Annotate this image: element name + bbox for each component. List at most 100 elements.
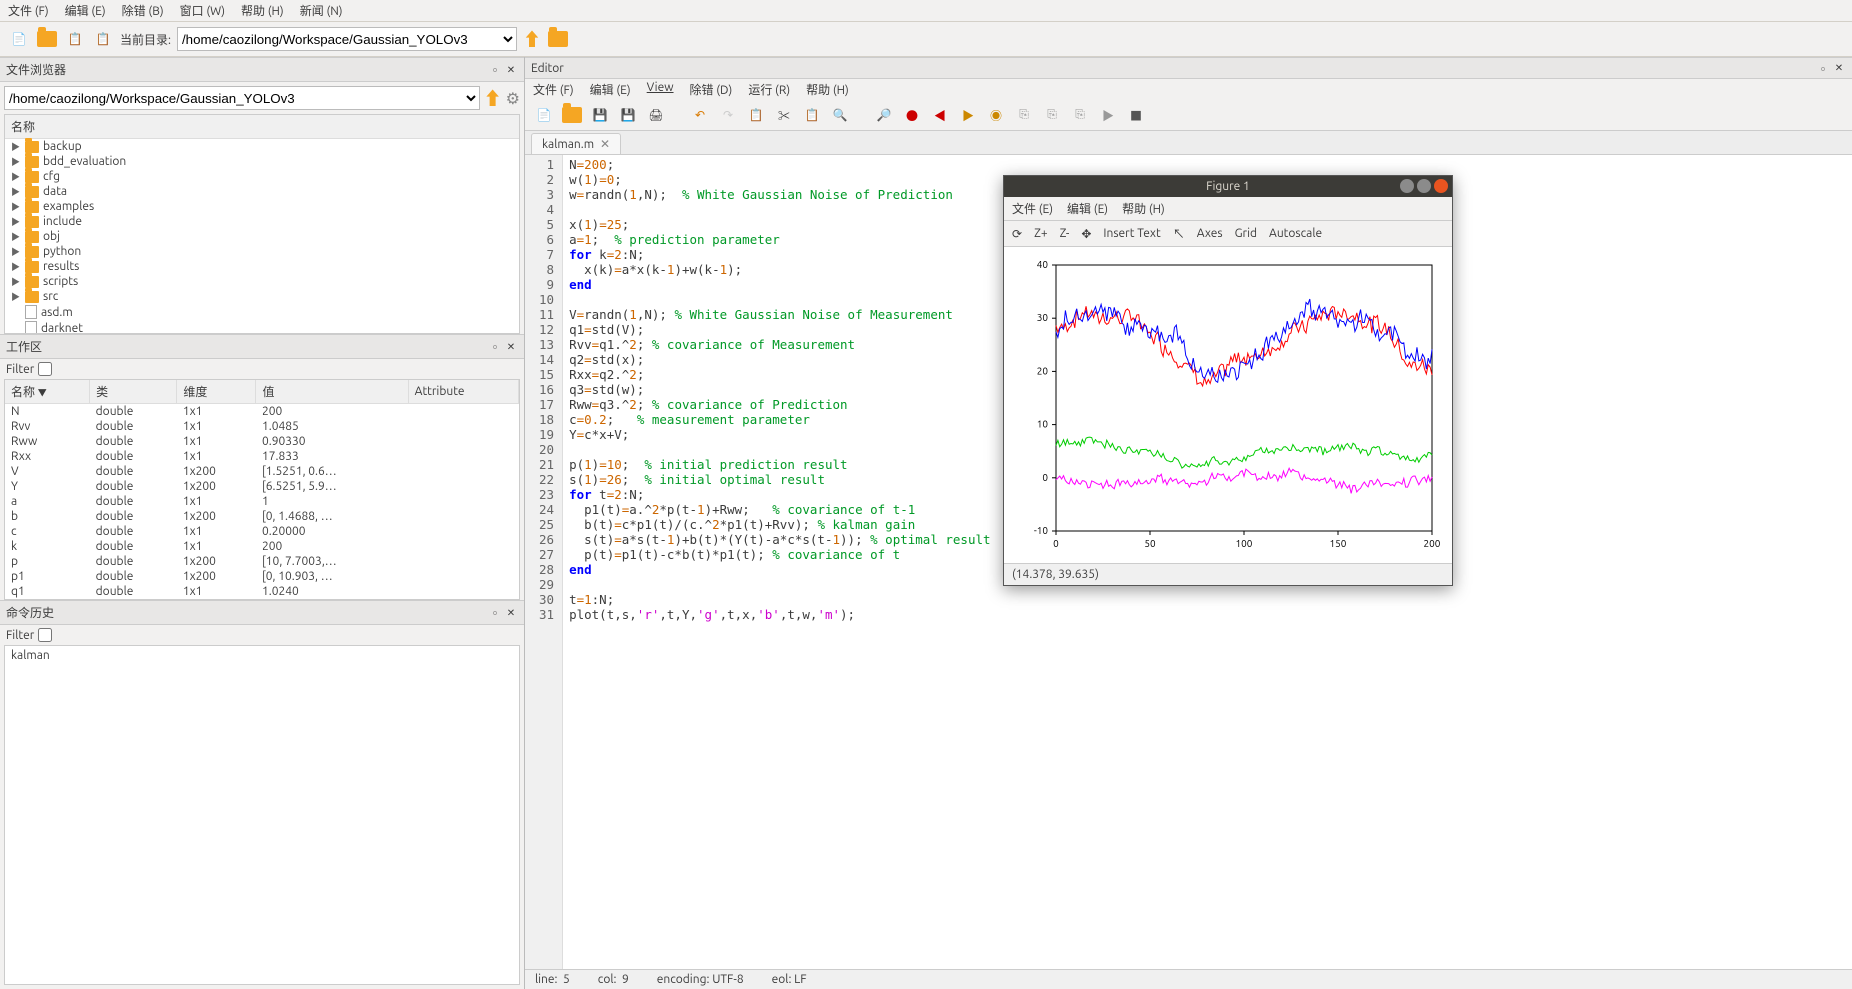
tree-folder[interactable]: ▶bdd_evaluation xyxy=(5,154,519,169)
tree-file[interactable]: asd.m xyxy=(5,304,519,320)
undock-icon[interactable]: ▫ xyxy=(1816,61,1830,75)
menu-item[interactable]: 文件 (F) xyxy=(533,81,574,98)
copy-icon[interactable]: 📋 xyxy=(745,104,767,126)
close-panel-icon[interactable]: ✕ xyxy=(1832,61,1846,75)
tree-folder[interactable]: ▶scripts xyxy=(5,274,519,289)
zoom-out-button[interactable]: Z- xyxy=(1060,227,1070,240)
table-row[interactable]: Ydouble1x200[6.5251, 5.9… xyxy=(5,479,519,494)
table-row[interactable]: kdouble1x1200 xyxy=(5,539,519,554)
menu-item[interactable]: View xyxy=(647,81,674,98)
save-icon[interactable]: 💾 xyxy=(589,104,611,126)
table-row[interactable]: q1double1x11.0240 xyxy=(5,584,519,599)
rotate-icon[interactable]: ⟳ xyxy=(1012,227,1022,241)
figure-titlebar[interactable]: Figure 1 xyxy=(1004,176,1452,197)
table-row[interactable]: Rwwdouble1x10.90330 xyxy=(5,434,519,449)
close-panel-icon[interactable]: ✕ xyxy=(504,340,518,354)
tree-folder[interactable]: ▶backup xyxy=(5,139,519,154)
open-file-icon[interactable] xyxy=(561,104,583,126)
breakpoint-clear-icon[interactable]: ◉ xyxy=(985,104,1007,126)
table-row[interactable]: p1double1x200[0, 10.903, … xyxy=(5,569,519,584)
history-item[interactable]: kalman xyxy=(11,649,513,662)
pointer-icon[interactable]: ↖ xyxy=(1173,225,1185,242)
menu-item[interactable]: 编辑 (E) xyxy=(590,81,631,98)
menu-item[interactable]: 文件 (F) xyxy=(8,2,49,19)
menu-item[interactable]: 新闻 (N) xyxy=(300,2,343,19)
filter-checkbox[interactable] xyxy=(38,628,52,642)
code-body[interactable]: N=200; w(1)=0; w=randn(1,N); % White Gau… xyxy=(563,155,996,969)
tree-folder[interactable]: ▶obj xyxy=(5,229,519,244)
ws-col-header[interactable]: 维度 xyxy=(177,380,256,404)
menu-item[interactable]: 帮助 (H) xyxy=(241,2,284,19)
workspace-table[interactable]: 名称 ▼类维度值AttributeNdouble1x1200Rvvdouble1… xyxy=(4,379,520,600)
table-row[interactable]: pdouble1x200[10, 7.7003,… xyxy=(5,554,519,569)
ws-col-header[interactable]: 值 xyxy=(256,380,408,404)
close-panel-icon[interactable]: ✕ xyxy=(504,63,518,77)
figure-canvas[interactable]: 050100150200-10010203040 xyxy=(1004,247,1452,563)
undock-icon[interactable]: ▫ xyxy=(488,63,502,77)
save-all-icon[interactable]: 💾 xyxy=(617,104,639,126)
find-icon[interactable]: 🔍 xyxy=(829,104,851,126)
table-row[interactable]: cdouble1x10.20000 xyxy=(5,524,519,539)
file-browser-path[interactable]: /home/caozilong/Workspace/Gaussian_YOLOv… xyxy=(4,86,480,110)
tab-kalman[interactable]: kalman.m ✕ xyxy=(531,133,621,154)
step-out-icon[interactable]: ⎘ xyxy=(1069,104,1091,126)
browse-folder-icon[interactable] xyxy=(547,28,569,50)
menu-item[interactable]: 除错 (D) xyxy=(690,81,733,98)
figure-window[interactable]: Figure 1 文件 (E) 编辑 (E) 帮助 (H) ⟳ Z+ Z- ✥ In… xyxy=(1003,175,1453,586)
tree-file[interactable]: darknet xyxy=(5,320,519,334)
print-icon[interactable]: 🖨 xyxy=(645,104,667,126)
file-browser-settings-icon[interactable]: ⚙ xyxy=(506,89,520,108)
tree-folder[interactable]: ▶cfg xyxy=(5,169,519,184)
new-file-icon[interactable]: 📄 xyxy=(533,104,555,126)
close-panel-icon[interactable]: ✕ xyxy=(504,606,518,620)
menu-item[interactable]: 编辑 (E) xyxy=(1067,200,1108,217)
table-row[interactable]: bdouble1x200[0, 1.4688, … xyxy=(5,509,519,524)
table-row[interactable]: Ndouble1x1200 xyxy=(5,404,519,420)
tab-close-icon[interactable]: ✕ xyxy=(600,137,610,151)
autoscale-button[interactable]: Autoscale xyxy=(1269,227,1322,240)
menu-item[interactable]: 文件 (E) xyxy=(1012,200,1053,217)
open-folder-icon[interactable] xyxy=(36,28,58,50)
table-row[interactable]: adouble1x11 xyxy=(5,494,519,509)
axes-button[interactable]: Axes xyxy=(1197,227,1223,240)
window-minimize-icon[interactable] xyxy=(1400,179,1414,193)
undo-icon[interactable]: ↶ xyxy=(689,104,711,126)
record-icon[interactable]: ● xyxy=(901,104,923,126)
table-row[interactable]: Rvvdouble1x11.0485 xyxy=(5,419,519,434)
window-maximize-icon[interactable] xyxy=(1417,179,1431,193)
insert-text-button[interactable]: Insert Text xyxy=(1103,227,1160,240)
paste-icon[interactable]: 📋 xyxy=(801,104,823,126)
step-in-icon[interactable]: ⎘ xyxy=(1041,104,1063,126)
step-icon[interactable]: ⎘ xyxy=(1013,104,1035,126)
menu-item[interactable]: 运行 (R) xyxy=(748,81,790,98)
parent-dir-icon[interactable]: ⬆ xyxy=(523,26,541,52)
copy-icon[interactable]: 📋 xyxy=(64,28,86,50)
ws-col-header[interactable]: 名称 ▼ xyxy=(5,380,90,404)
run-icon[interactable]: ▶ xyxy=(1097,104,1119,126)
paste-icon[interactable]: 📋 xyxy=(92,28,114,50)
tree-col-name[interactable]: 名称 xyxy=(5,115,519,139)
filter-checkbox[interactable] xyxy=(38,362,52,376)
tree-folder[interactable]: ▶python xyxy=(5,244,519,259)
table-row[interactable]: Rxxdouble1x117.833 xyxy=(5,449,519,464)
menu-item[interactable]: 窗口 (W) xyxy=(180,2,225,19)
pan-icon[interactable]: ✥ xyxy=(1081,227,1091,241)
stop-icon[interactable]: ■ xyxy=(1125,104,1147,126)
current-dir-select[interactable]: /home/caozilong/Workspace/Gaussian_YOLOv… xyxy=(177,27,517,51)
undock-icon[interactable]: ▫ xyxy=(488,340,502,354)
menu-item[interactable]: 帮助 (H) xyxy=(1122,200,1165,217)
zoom-in-button[interactable]: Z+ xyxy=(1034,227,1048,240)
undock-icon[interactable]: ▫ xyxy=(488,606,502,620)
ws-col-header[interactable]: Attribute xyxy=(408,380,518,404)
breakpoint-prev-icon[interactable]: ◀ xyxy=(929,104,951,126)
file-browser-up-icon[interactable]: ⬆ xyxy=(484,85,502,111)
menu-item[interactable]: 除错 (B) xyxy=(122,2,164,19)
menu-item[interactable]: 编辑 (E) xyxy=(65,2,106,19)
history-body[interactable]: kalman xyxy=(4,645,520,985)
tree-folder[interactable]: ▶results xyxy=(5,259,519,274)
tree-folder[interactable]: ▶include xyxy=(5,214,519,229)
cut-icon[interactable]: ✂ xyxy=(773,104,795,126)
tree-folder[interactable]: ▶examples xyxy=(5,199,519,214)
window-close-icon[interactable] xyxy=(1434,179,1448,193)
file-tree[interactable]: 名称 ▶backup▶bdd_evaluation▶cfg▶data▶examp… xyxy=(4,114,520,334)
